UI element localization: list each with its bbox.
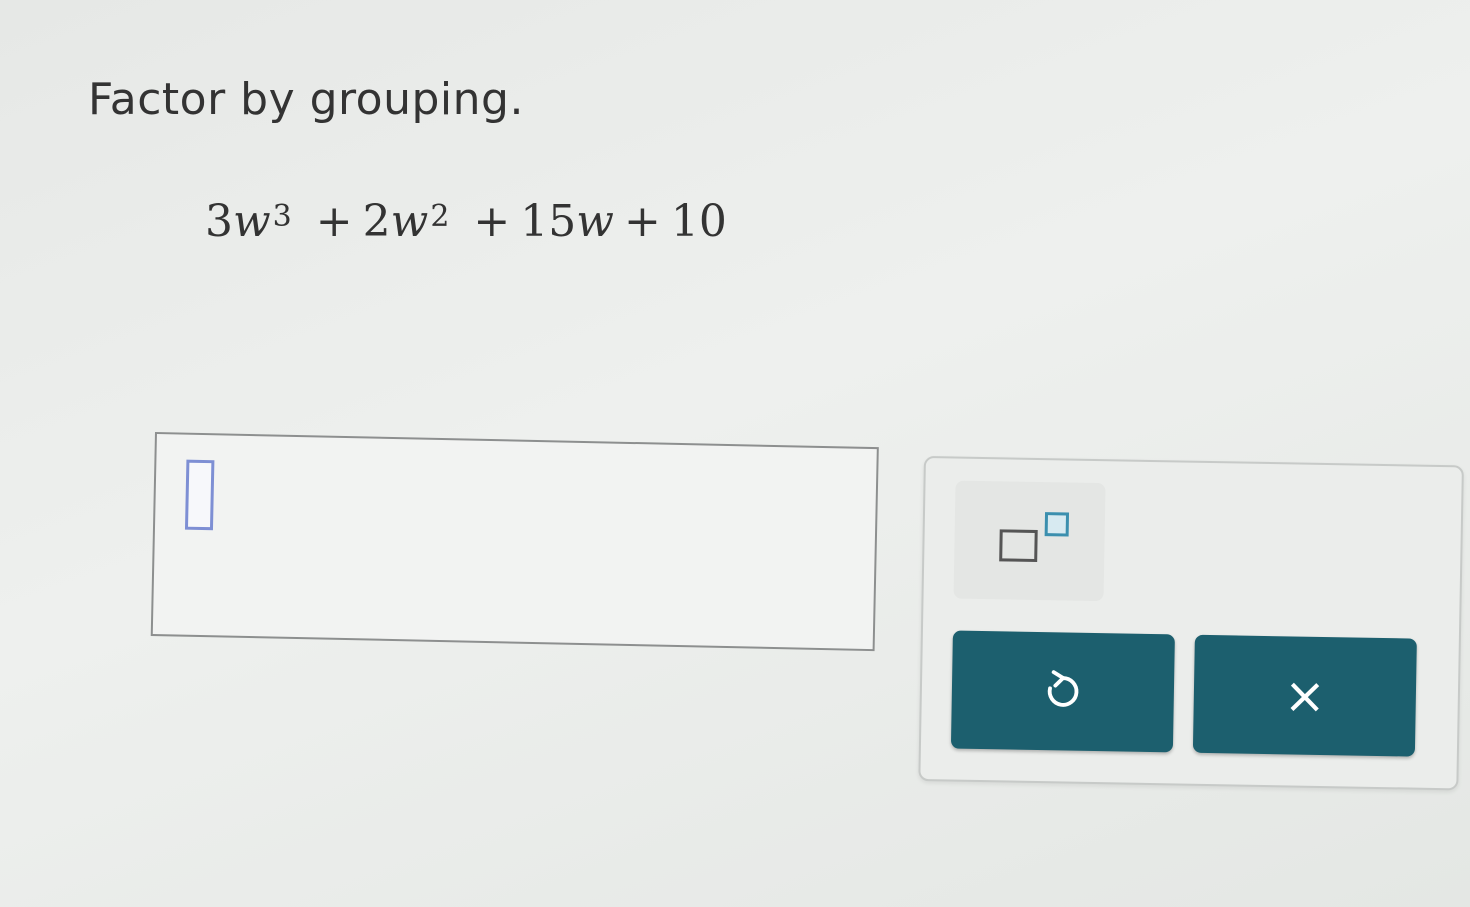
undo-button[interactable]	[950, 630, 1175, 753]
problem-instruction: Factor by grouping.	[88, 74, 524, 125]
undo-icon	[1047, 670, 1079, 707]
exponent-button[interactable]	[953, 480, 1106, 602]
superscript-base-icon	[999, 529, 1038, 562]
term4-constant: 10	[670, 196, 727, 247]
clear-button[interactable]: ×	[1192, 634, 1417, 757]
term3-coefficient: 15	[520, 196, 577, 247]
term1-exponent: 3	[272, 199, 292, 234]
input-cursor-slot[interactable]	[184, 459, 215, 531]
plus-operator: +	[473, 196, 511, 247]
term1-coefficient: 3	[205, 196, 233, 247]
answer-input[interactable]	[150, 432, 879, 652]
polynomial-expression: 3w3 +2w2 +15w +10	[205, 190, 727, 244]
term2-coefficient: 2	[362, 196, 391, 247]
superscript-power-icon	[1044, 512, 1070, 537]
term1-variable: w	[233, 196, 271, 247]
math-keypad: ×	[918, 456, 1464, 791]
plus-operator: +	[623, 196, 661, 247]
plus-operator: +	[315, 196, 353, 247]
term3-variable: w	[576, 196, 614, 247]
term2-exponent: 2	[430, 199, 450, 234]
term2-variable: w	[390, 196, 429, 247]
close-icon: ×	[1283, 666, 1327, 726]
